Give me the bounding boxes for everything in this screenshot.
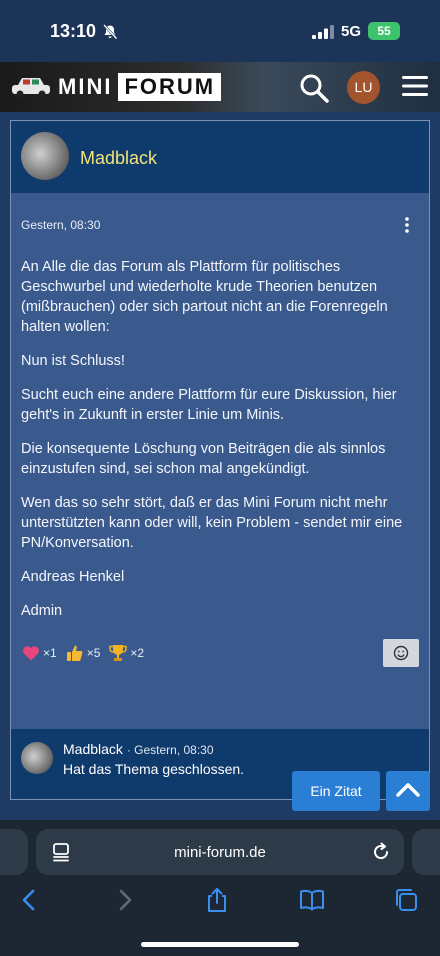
next-tab-preview[interactable] — [412, 829, 440, 875]
reaction-count: ×5 — [86, 646, 101, 660]
post-author[interactable]: Madblack — [80, 148, 157, 169]
reply-author[interactable]: Madblack — [63, 741, 123, 757]
address-bar[interactable]: mini-forum.de — [36, 829, 404, 875]
signal-icon — [312, 25, 334, 39]
reaction-heart[interactable]: ×1 — [21, 643, 57, 663]
reply-author-avatar[interactable] — [21, 742, 53, 774]
url-text: mini-forum.de — [174, 844, 266, 861]
car-logo-icon — [12, 78, 50, 98]
trophy-icon — [109, 645, 128, 661]
hamburger-menu-icon[interactable] — [402, 73, 428, 99]
post-paragraph: Die konsequente Löschung von Beiträgen d… — [21, 441, 386, 477]
post-card: Madblack Gestern, 08:30 An Alle die das … — [10, 120, 430, 800]
post-date[interactable]: Gestern, 08:30 — [21, 218, 100, 232]
post-header: Madblack — [11, 121, 429, 193]
bell-off-icon — [103, 24, 118, 40]
chevron-up-icon — [396, 783, 420, 797]
thumbs-up-icon — [66, 645, 83, 661]
heart-icon — [23, 646, 39, 661]
logo-text-mini: MINI — [58, 74, 113, 99]
post-paragraph: Wen das so sehr stört, daß er das Mini F… — [21, 495, 403, 551]
user-avatar[interactable]: LU — [347, 71, 380, 104]
share-icon[interactable] — [204, 887, 230, 913]
browser-toolbar: mini-forum.de — [0, 820, 440, 956]
scroll-top-button[interactable] — [386, 771, 430, 811]
author-avatar[interactable] — [21, 132, 69, 180]
tabs-icon[interactable] — [393, 887, 419, 913]
reload-icon[interactable] — [370, 841, 392, 863]
reply-text: Hat das Thema geschlossen. — [63, 761, 245, 777]
reply-meta: Madblack · Gestern, 08:30 — [63, 741, 214, 757]
reply-date[interactable]: · Gestern, 08:30 — [127, 743, 214, 757]
more-options-icon[interactable] — [401, 216, 413, 234]
back-icon[interactable] — [16, 887, 42, 913]
post-signature-role: Admin — [21, 603, 63, 619]
battery-icon: 55 — [368, 22, 400, 40]
post-paragraph: An Alle die das Forum als Plattform für … — [21, 259, 388, 335]
home-indicator — [141, 942, 299, 947]
post-paragraph: Nun ist Schluss! — [21, 353, 125, 369]
status-bar: 13:10 5G 55 — [0, 0, 440, 62]
reaction-trophy[interactable]: ×2 — [108, 643, 144, 663]
previous-tab-preview[interactable] — [0, 829, 28, 875]
status-time: 13:10 — [50, 21, 97, 41]
site-logo[interactable]: MINI FORUM — [10, 72, 222, 102]
forward-icon[interactable] — [112, 887, 138, 913]
post-body: An Alle die das Forum als Plattform für … — [21, 257, 419, 635]
smiley-icon — [393, 645, 409, 661]
reaction-like[interactable]: ×5 — [65, 643, 101, 663]
network-type: 5G — [341, 23, 362, 40]
logo-text-forum: FORUM — [118, 73, 222, 101]
reaction-count: ×1 — [43, 646, 57, 660]
add-reaction-button[interactable] — [383, 639, 419, 667]
post-paragraph: Sucht euch eine andere Plattform für eur… — [21, 387, 397, 423]
search-icon[interactable] — [298, 72, 330, 104]
reaction-summary[interactable]: ×1 ×5 ×2 — [21, 643, 152, 663]
reaction-count: ×2 — [130, 646, 145, 660]
bookmarks-icon[interactable] — [299, 887, 325, 913]
quote-button[interactable]: Ein Zitat — [292, 771, 380, 811]
post-signature-name: Andreas Henkel — [21, 569, 125, 585]
